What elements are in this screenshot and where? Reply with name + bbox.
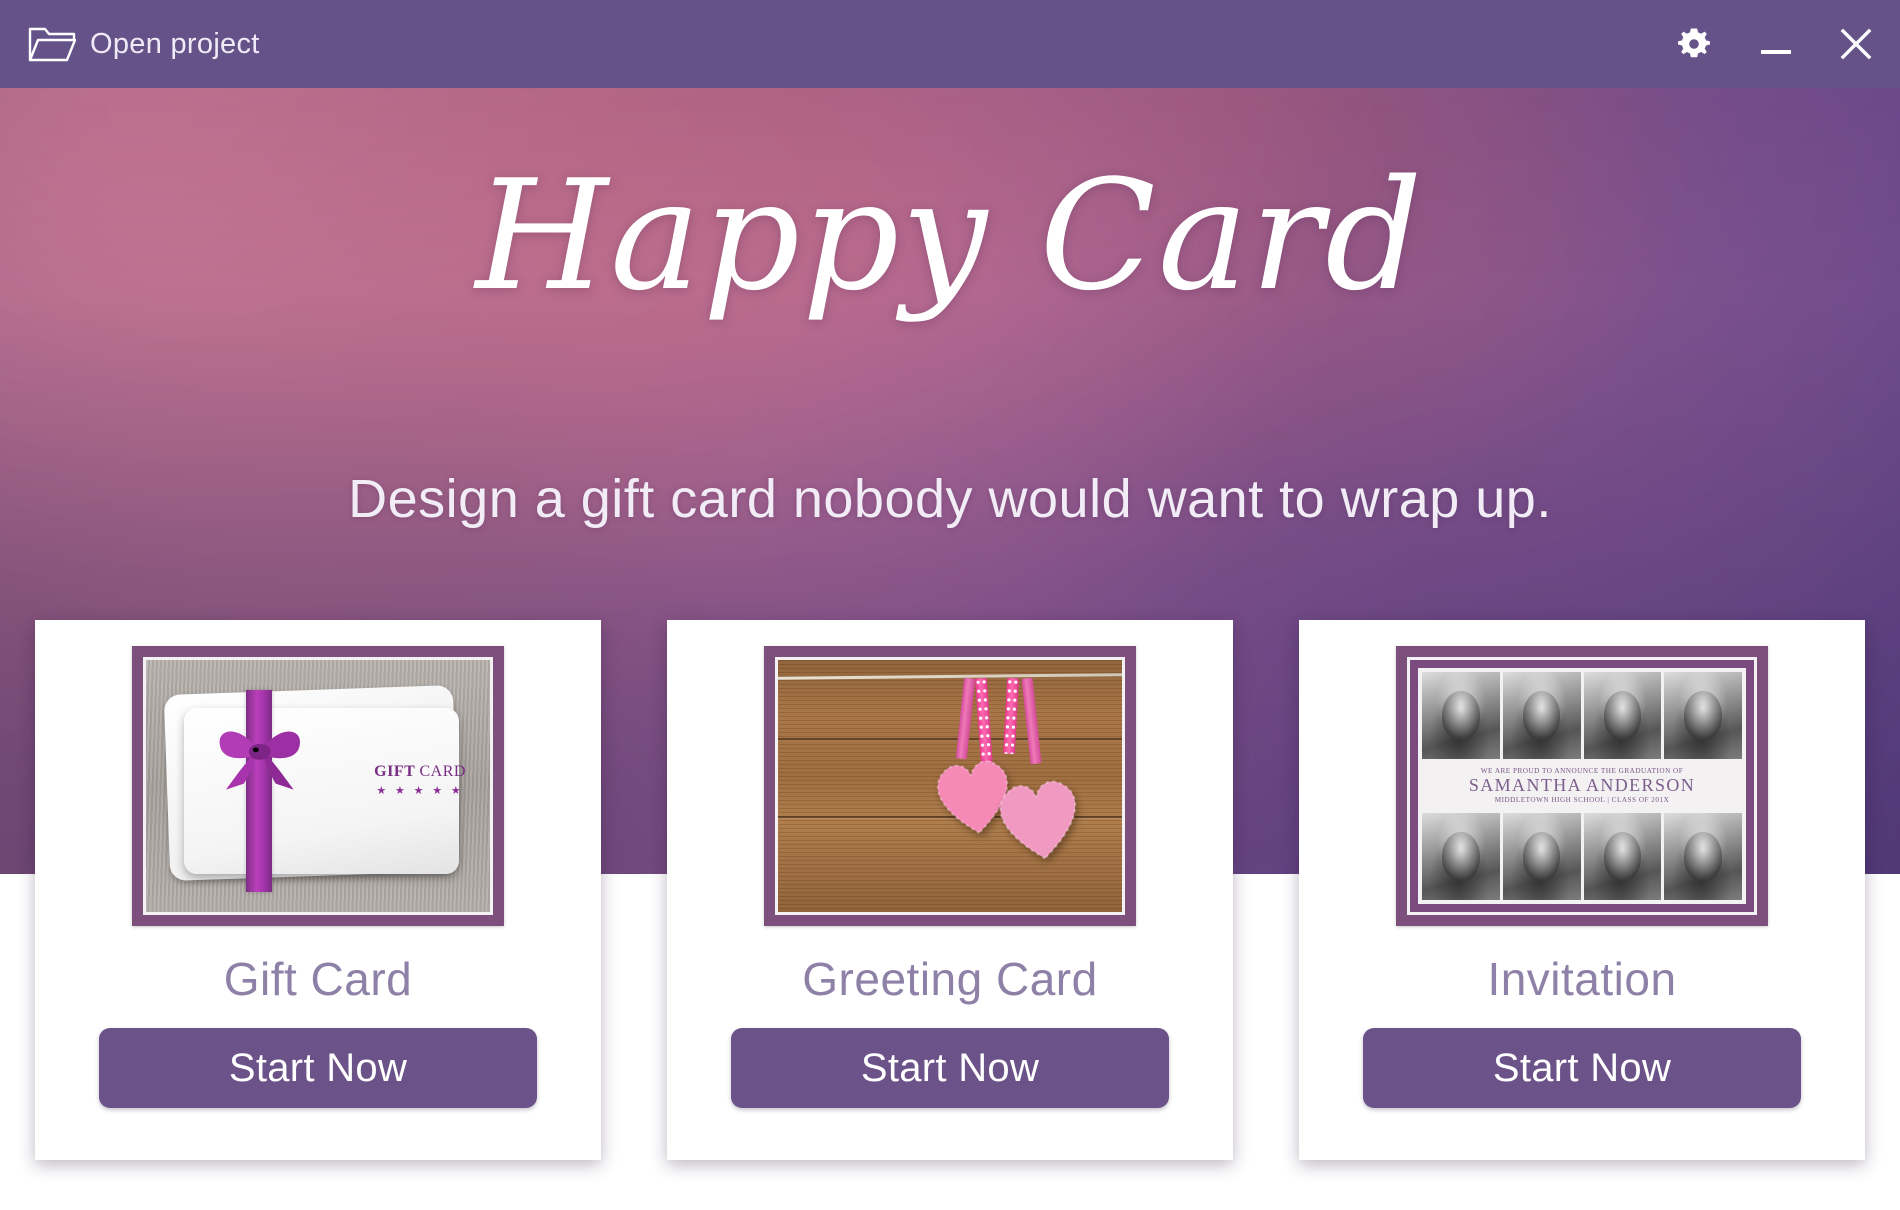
card-label-greeting-card: Greeting Card xyxy=(802,953,1098,1005)
gift-card-thumbnail: GIFT CARD ★ ★ ★ ★ ★ xyxy=(143,657,493,915)
ribbon-strip xyxy=(1021,677,1042,764)
close-icon xyxy=(1838,26,1874,62)
greeting-card-thumbnail-frame xyxy=(764,646,1136,926)
gift-bow-icon xyxy=(191,720,329,796)
gear-icon xyxy=(1674,24,1714,64)
template-card-greeting-card[interactable]: Greeting Card Start Now xyxy=(667,620,1233,1160)
close-button[interactable] xyxy=(1838,26,1874,62)
gift-card-thumbnail-frame: GIFT CARD ★ ★ ★ ★ ★ xyxy=(132,646,504,926)
invitation-text-block: WE ARE PROUD TO ANNOUNCE THE GRADUATION … xyxy=(1422,762,1742,810)
invitation-thumbnail: WE ARE PROUD TO ANNOUNCE THE GRADUATION … xyxy=(1407,657,1757,915)
gift-card-overlay-title-thin: CARD xyxy=(419,763,466,781)
window-controls xyxy=(1674,0,1874,88)
ribbon-strip-dotted xyxy=(1003,677,1020,754)
invitation-artwork: WE ARE PROUD TO ANNOUNCE THE GRADUATION … xyxy=(1410,660,1754,912)
greeting-card-artwork xyxy=(778,660,1122,912)
minimize-button[interactable] xyxy=(1758,29,1794,59)
card-label-gift-card: Gift Card xyxy=(223,953,413,1005)
page-tagline: Design a gift card nobody would want to … xyxy=(348,469,1552,529)
open-project-label: Open project xyxy=(90,27,260,60)
invitation-photo xyxy=(1664,812,1742,901)
greeting-card-thumbnail xyxy=(775,657,1125,915)
start-now-button-invitation[interactable]: Start Now xyxy=(1363,1028,1801,1108)
invitation-photo xyxy=(1664,672,1742,760)
happy-card-app-window: Open project Happy Card Design a gift ca… xyxy=(0,0,1900,1210)
invitation-photo-row-bottom xyxy=(1422,812,1742,901)
gift-card-overlay-text: GIFT CARD ★ ★ ★ ★ ★ xyxy=(374,763,466,797)
start-now-button-gift-card[interactable]: Start Now xyxy=(99,1028,537,1108)
open-folder-icon xyxy=(28,24,76,64)
invitation-sheet: WE ARE PROUD TO ANNOUNCE THE GRADUATION … xyxy=(1418,668,1746,904)
settings-button[interactable] xyxy=(1674,24,1714,64)
wood-plank-seam xyxy=(778,738,1122,741)
gift-card-overlay-title-bold: GIFT xyxy=(374,763,415,781)
ribbon-strip xyxy=(956,677,976,759)
gift-card-artwork: GIFT CARD ★ ★ ★ ★ ★ xyxy=(146,660,490,912)
title-bar: Open project xyxy=(0,0,1900,88)
template-card-gift-card[interactable]: GIFT CARD ★ ★ ★ ★ ★ Gift Card Start Now xyxy=(35,620,601,1160)
invitation-announce-line: WE ARE PROUD TO ANNOUNCE THE GRADUATION … xyxy=(1480,767,1684,776)
invitation-photo xyxy=(1502,812,1581,901)
gift-card-overlay-stars: ★ ★ ★ ★ ★ xyxy=(376,785,464,798)
invitation-photo xyxy=(1502,672,1581,760)
invitation-school-line: MIDDLETOWN HIGH SCHOOL | CLASS OF 201X xyxy=(1494,795,1670,804)
invitation-name: SAMANTHA ANDERSON xyxy=(1468,775,1696,796)
open-project-button[interactable]: Open project xyxy=(18,0,270,88)
hanging-wire xyxy=(778,673,1122,680)
invitation-photo xyxy=(1583,812,1662,901)
knitted-heart-icon xyxy=(985,765,1093,868)
minimize-icon xyxy=(1758,29,1794,59)
invitation-photo xyxy=(1422,672,1500,760)
invitation-thumbnail-frame: WE ARE PROUD TO ANNOUNCE THE GRADUATION … xyxy=(1396,646,1768,926)
start-now-button-greeting-card[interactable]: Start Now xyxy=(731,1028,1169,1108)
card-label-invitation: Invitation xyxy=(1487,953,1677,1005)
invitation-photo-row-top xyxy=(1422,672,1742,760)
page-title: Happy Card xyxy=(475,147,1425,324)
template-card-invitation[interactable]: WE ARE PROUD TO ANNOUNCE THE GRADUATION … xyxy=(1299,620,1865,1160)
invitation-photo xyxy=(1422,812,1500,901)
template-card-deck: GIFT CARD ★ ★ ★ ★ ★ Gift Card Start Now xyxy=(0,620,1900,1180)
invitation-photo xyxy=(1583,672,1662,760)
